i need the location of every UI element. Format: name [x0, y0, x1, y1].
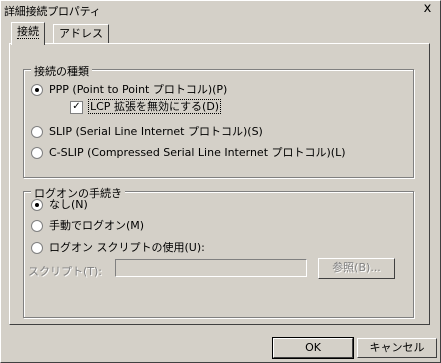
logon-manual-option[interactable]: 手動でログオン(M) [31, 219, 144, 233]
window-title: 詳細接続プロパティ [4, 5, 101, 18]
logon-script-label: ログオン スクリプトの使用(U): [49, 241, 205, 254]
ppp-radio[interactable] [31, 84, 43, 96]
dialog-window: 詳細接続プロパティ x 接続 アドレス 接続の種類 ログオンの手続き PPP (… [0, 0, 441, 363]
slip-label: SLIP (Serial Line Internet プロトコル)(S) [49, 125, 263, 138]
cslip-label: C-SLIP (Compressed Serial Line Internet … [49, 146, 346, 159]
cslip-radio[interactable] [31, 147, 43, 159]
logon-manual-radio[interactable] [31, 220, 43, 232]
logon-none-option[interactable]: なし(N) [31, 198, 88, 212]
tab-address-label: アドレス [59, 27, 103, 40]
logon-manual-label: 手動でログオン(M) [49, 219, 145, 232]
tab-address[interactable]: アドレス [53, 24, 109, 44]
logon-script-radio[interactable] [31, 242, 43, 254]
lcp-label: LCP 拡張を無効にする(D) [88, 99, 222, 114]
logon-script-option[interactable]: ログオン スクリプトの使用(U): [31, 241, 205, 255]
slip-radio-option[interactable]: SLIP (Serial Line Internet プロトコル)(S) [31, 125, 263, 139]
script-input[interactable] [115, 259, 307, 277]
cancel-button[interactable]: キャンセル [357, 338, 437, 358]
logon-none-radio[interactable] [31, 199, 43, 211]
tab-connection[interactable]: 接続 [11, 22, 45, 45]
lcp-checkbox[interactable]: ✓ [70, 100, 83, 114]
connection-type-legend: 接続の種類 [31, 63, 92, 79]
title-bar: 詳細接続プロパティ x [1, 1, 440, 19]
browse-button[interactable]: 参照(B)... [318, 258, 395, 279]
ppp-label: PPP (Point to Point プロトコル)(P) [49, 83, 228, 96]
ppp-radio-option[interactable]: PPP (Point to Point プロトコル)(P) [31, 83, 227, 97]
script-field-label: スクリプト(T): [28, 265, 103, 278]
cslip-radio-option[interactable]: C-SLIP (Compressed Serial Line Internet … [31, 146, 346, 160]
slip-radio[interactable] [31, 126, 43, 138]
lcp-checkbox-option[interactable]: ✓ LCP 拡張を無効にする(D) [70, 99, 222, 114]
close-icon[interactable]: x [420, 2, 435, 17]
tab-connection-label: 接続 [17, 25, 39, 39]
logon-none-label: なし(N) [49, 198, 88, 211]
ok-button[interactable]: OK [272, 337, 354, 359]
